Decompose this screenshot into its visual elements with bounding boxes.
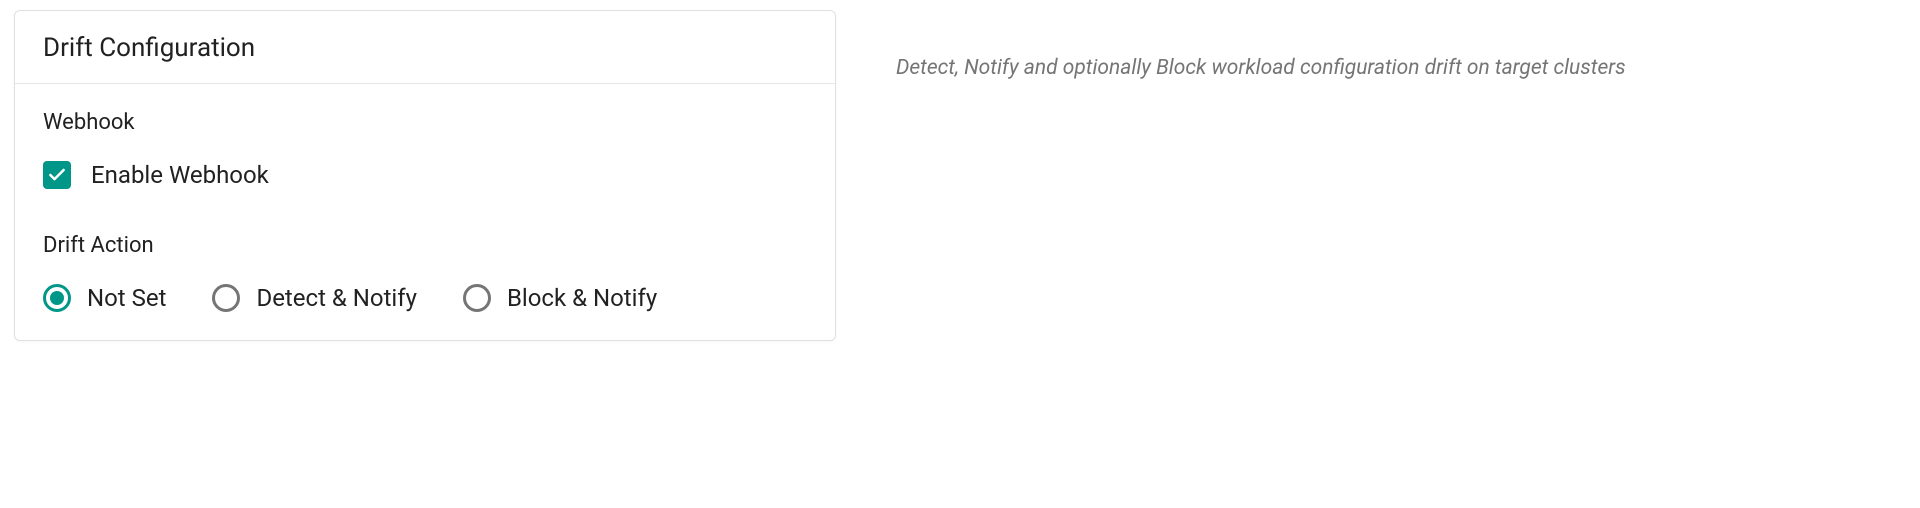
checkmark-icon <box>47 165 67 185</box>
radio-circle-icon <box>463 284 491 312</box>
card-title: Drift Configuration <box>43 33 807 63</box>
card-header: Drift Configuration <box>15 11 835 84</box>
card-body: Webhook Enable Webhook Drift Action Not … <box>15 84 835 340</box>
radio-label: Not Set <box>87 284 166 312</box>
enable-webhook-row[interactable]: Enable Webhook <box>43 161 807 189</box>
radio-label: Block & Notify <box>507 284 657 312</box>
radio-option-block-notify[interactable]: Block & Notify <box>463 284 657 312</box>
radio-option-not-set[interactable]: Not Set <box>43 284 166 312</box>
radio-dot-icon <box>50 291 64 305</box>
drift-action-section-label: Drift Action <box>43 233 807 258</box>
webhook-section-label: Webhook <box>43 110 807 135</box>
radio-option-detect-notify[interactable]: Detect & Notify <box>212 284 417 312</box>
drift-description: Detect, Notify and optionally Block work… <box>896 56 1626 80</box>
radio-circle-icon <box>43 284 71 312</box>
enable-webhook-label: Enable Webhook <box>91 161 269 189</box>
enable-webhook-checkbox[interactable] <box>43 161 71 189</box>
drift-action-radio-group: Not Set Detect & Notify Block & Notify <box>43 284 807 312</box>
drift-config-card: Drift Configuration Webhook Enable Webho… <box>14 10 836 341</box>
radio-circle-icon <box>212 284 240 312</box>
radio-label: Detect & Notify <box>256 284 417 312</box>
